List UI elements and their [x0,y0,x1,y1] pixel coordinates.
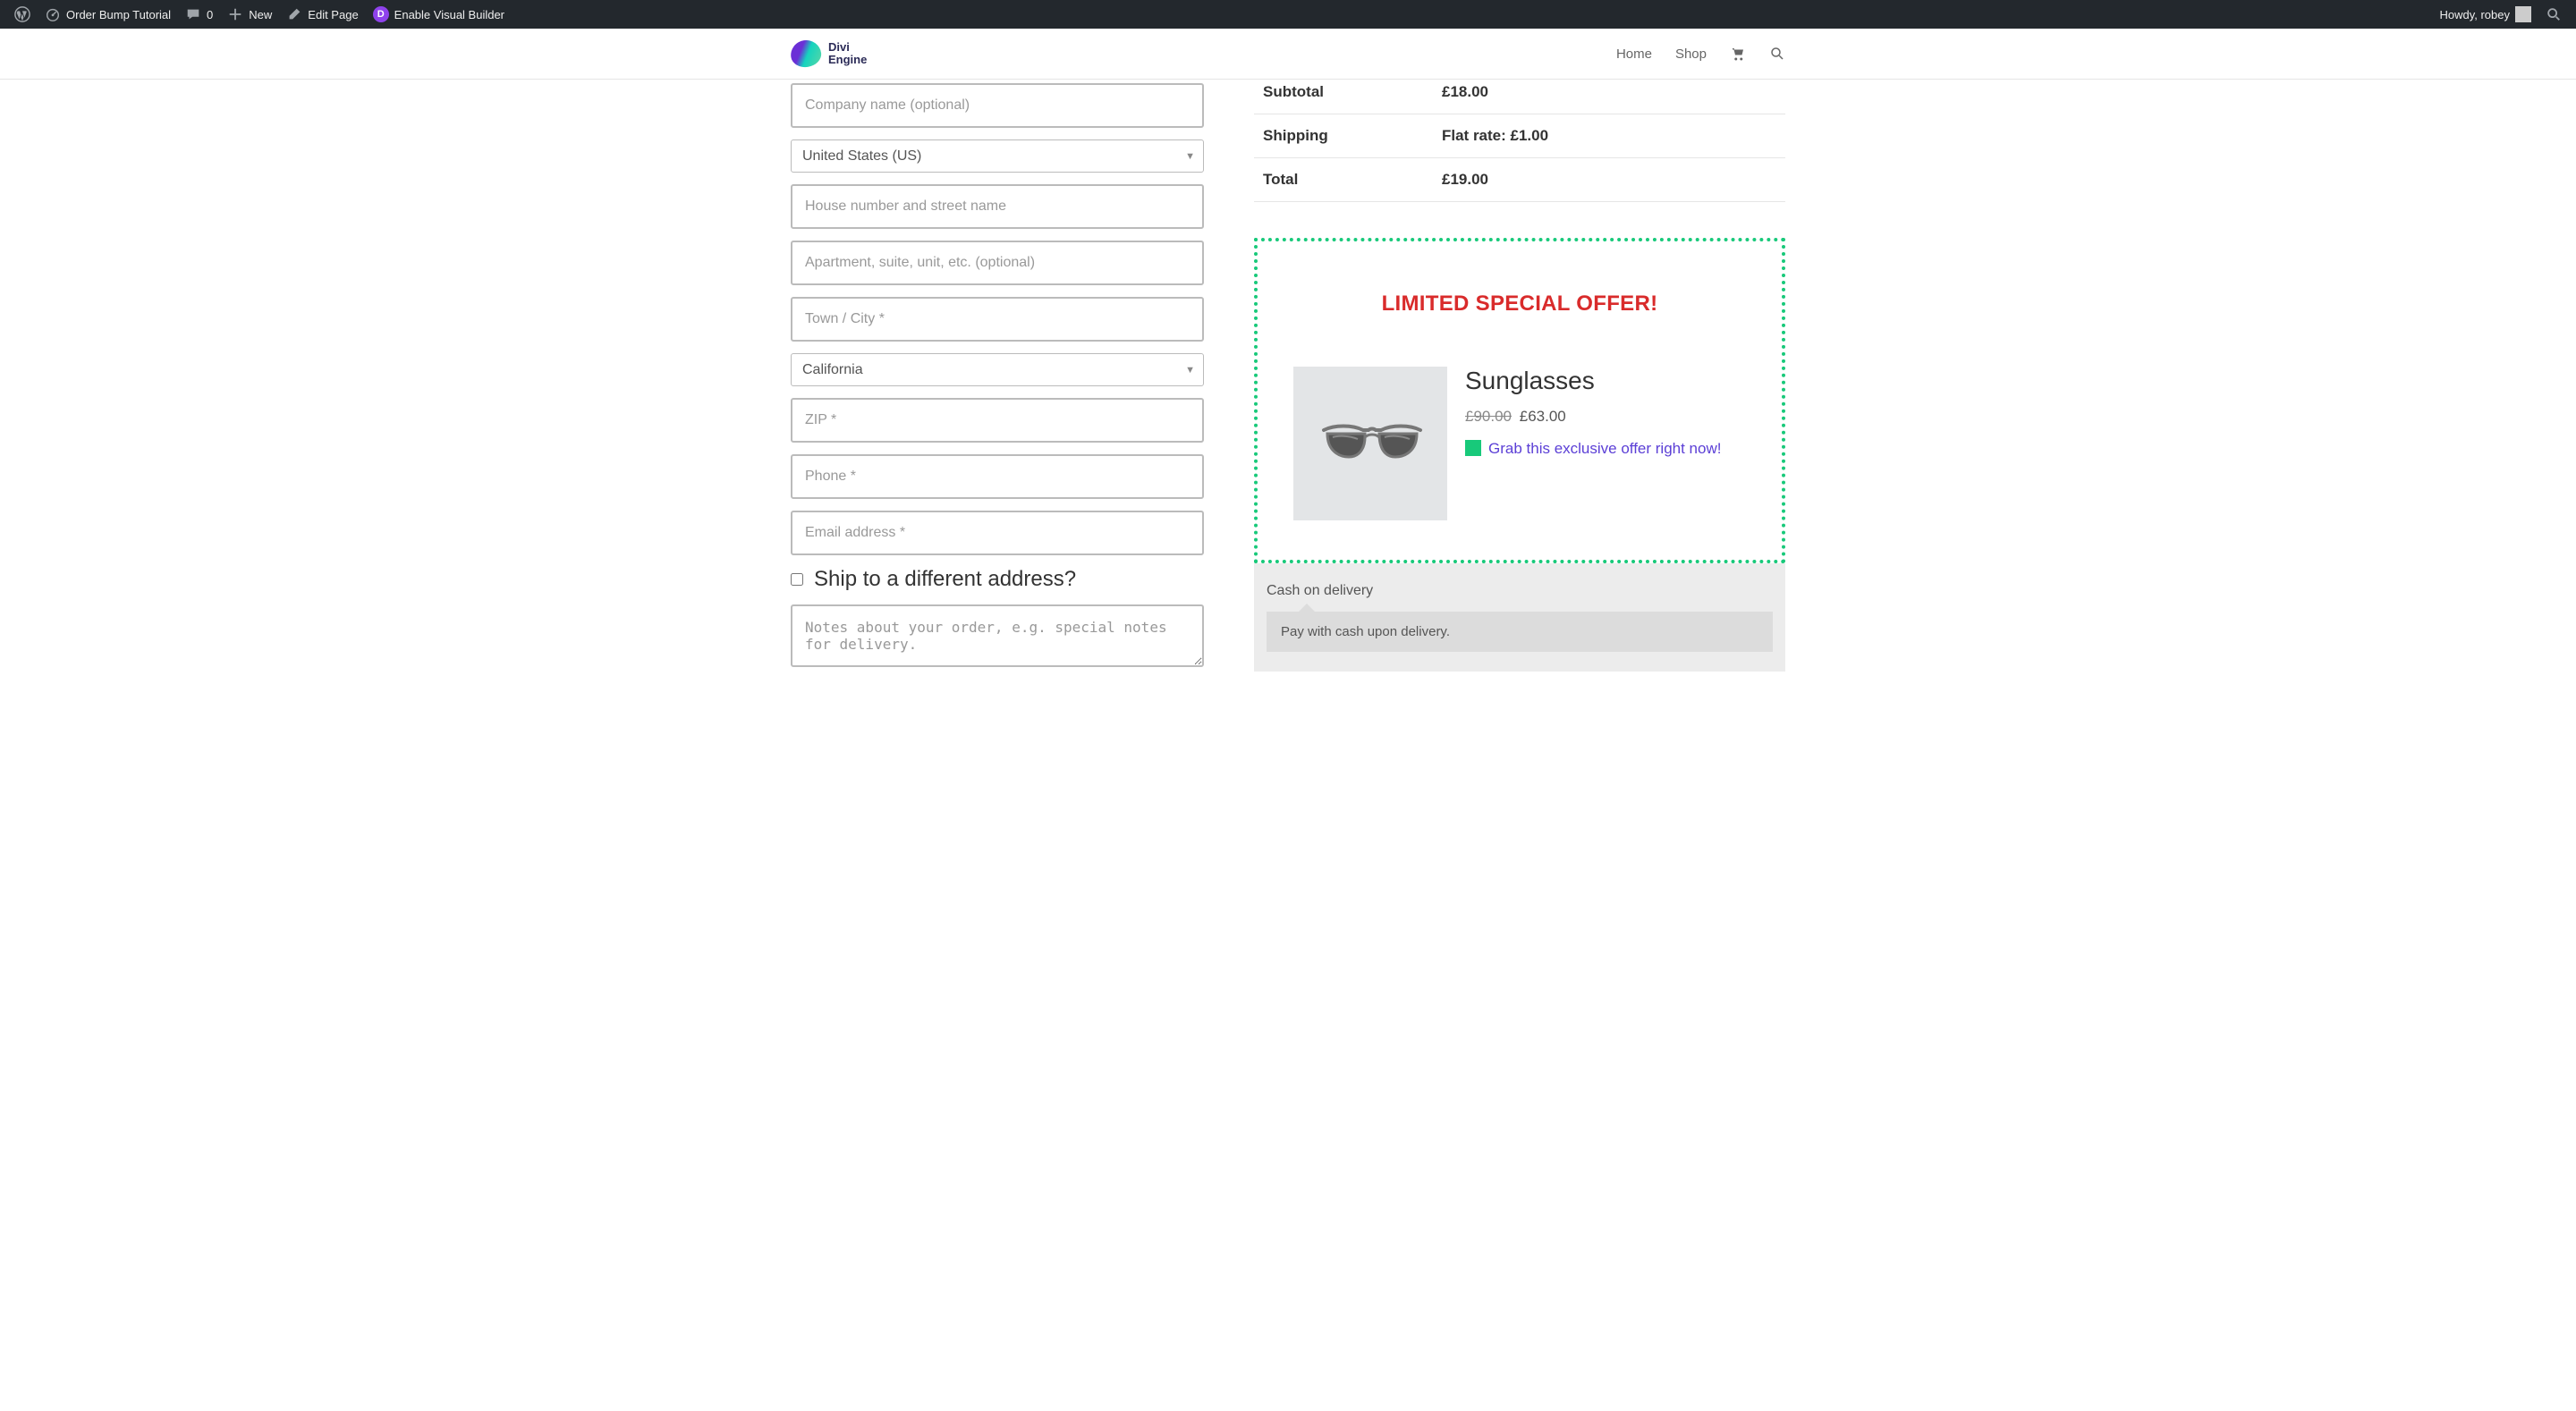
phone-field[interactable] [791,454,1204,499]
cart-icon[interactable] [1730,46,1746,62]
wp-logo-menu[interactable] [7,0,38,29]
dashboard-icon [45,6,61,22]
subtotal-value: £18.00 [1433,80,1785,114]
nav-shop[interactable]: Shop [1675,46,1707,62]
site-logo[interactable]: Divi Engine [791,40,867,67]
my-account-menu[interactable]: Howdy, robey [2432,0,2538,29]
state-select[interactable]: California [791,353,1204,386]
visual-builder-menu[interactable]: D Enable Visual Builder [366,0,512,29]
shipping-label: Shipping [1254,114,1433,158]
new-label: New [249,8,272,21]
site-title-text: Order Bump Tutorial [66,8,171,21]
new-content-menu[interactable]: New [220,0,279,29]
country-select[interactable]: United States (US) [791,139,1204,173]
shipping-row: Shipping Flat rate: £1.00 [1254,114,1785,158]
ship-different-checkbox[interactable] [791,573,803,586]
ship-different-label: Ship to a different address? [814,567,1076,592]
city-field[interactable] [791,297,1204,342]
divi-icon: D [373,6,389,22]
comment-icon [185,6,201,22]
avatar [2515,6,2531,22]
bump-add-to-order[interactable]: Grab this exclusive offer right now! [1465,438,1746,460]
order-bump-box: LIMITED SPECIAL OFFER! Sunglasses [1254,238,1785,563]
bump-product-name: Sunglasses [1465,367,1746,395]
wordpress-icon [14,6,30,22]
howdy-text: Howdy, robey [2439,8,2510,21]
bump-price-new: £63.00 [1520,408,1566,425]
street-address-field[interactable] [791,184,1204,229]
sunglasses-icon [1317,421,1424,466]
search-icon [2546,6,2562,22]
logo-mark [789,38,823,69]
admin-search[interactable] [2538,0,2569,29]
order-notes-field[interactable] [791,604,1204,667]
ship-different-address-toggle[interactable]: Ship to a different address? [791,567,1204,592]
total-row: Total £19.00 [1254,158,1785,202]
wp-admin-bar: Order Bump Tutorial 0 New Edit Page D En… [0,0,2576,29]
edit-page-label: Edit Page [308,8,358,21]
pencil-icon [286,6,302,22]
total-label: Total [1254,158,1433,202]
payment-methods: Cash on delivery Pay with cash upon deli… [1254,563,1785,672]
edit-page-menu[interactable]: Edit Page [279,0,365,29]
bump-headline: LIMITED SPECIAL OFFER! [1293,291,1746,317]
company-field[interactable] [791,83,1204,128]
site-header: Divi Engine Home Shop [0,29,2576,80]
comment-count: 0 [207,8,213,21]
total-value: £19.00 [1433,158,1785,202]
logo-text: Divi Engine [828,41,867,65]
apartment-field[interactable] [791,241,1204,285]
main-nav: Home Shop [1616,46,1785,62]
email-field[interactable] [791,511,1204,555]
order-review-column: Subtotal £18.00 Shipping Flat rate: £1.0… [1254,80,1785,683]
nav-home[interactable]: Home [1616,46,1652,62]
plus-icon [227,6,243,22]
bump-price-old: £90.00 [1465,408,1512,425]
subtotal-row: Subtotal £18.00 [1254,80,1785,114]
subtotal-label: Subtotal [1254,80,1433,114]
shipping-value: Flat rate: £1.00 [1433,114,1785,158]
site-name-menu[interactable]: Order Bump Tutorial [38,0,178,29]
search-icon[interactable] [1769,46,1785,62]
order-totals-table: Subtotal £18.00 Shipping Flat rate: £1.0… [1254,80,1785,202]
billing-form: United States (US) ▼ California ▼ [791,80,1204,683]
comments-menu[interactable]: 0 [178,0,220,29]
payment-method-cod-label[interactable]: Cash on delivery [1267,583,1773,612]
visual-builder-label: Enable Visual Builder [394,8,504,21]
bump-price: £90.00 £63.00 [1465,408,1746,426]
bump-product-image [1293,367,1447,520]
zip-field[interactable] [791,398,1204,443]
bump-cta-text: Grab this exclusive offer right now! [1488,440,1721,457]
payment-method-cod-desc: Pay with cash upon delivery. [1267,612,1773,652]
bump-checkbox[interactable] [1465,440,1481,456]
